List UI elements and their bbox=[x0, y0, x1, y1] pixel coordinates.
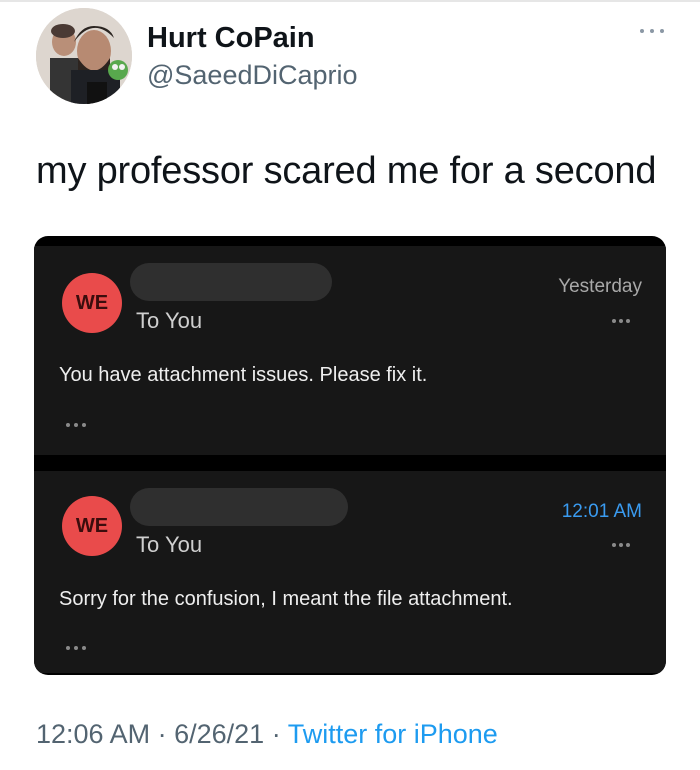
tweet-text: my professor scared me for a second bbox=[36, 150, 657, 192]
email-card: WE To You 12:01 AM Sorry for the confusi… bbox=[34, 471, 666, 673]
redacted-sender-name bbox=[130, 488, 348, 526]
email-recipient: To You bbox=[136, 532, 203, 557]
sender-avatar: WE bbox=[62, 273, 122, 333]
avatar-photo bbox=[36, 8, 132, 104]
tweet-date: 6/26/21 bbox=[174, 719, 265, 749]
email-message: Sorry for the confusion, I meant the fil… bbox=[59, 588, 513, 610]
metadata-separator: · bbox=[157, 719, 167, 749]
email-recipient: To You bbox=[136, 308, 203, 333]
email-more-icon[interactable] bbox=[612, 543, 632, 549]
author-avatar[interactable] bbox=[36, 8, 132, 104]
tweet-metadata: 12:06 AM · 6/26/21 · Twitter for iPhone bbox=[36, 719, 498, 750]
author-display-name[interactable]: Hurt CoPain bbox=[147, 22, 315, 55]
tweet-time: 12:06 AM bbox=[36, 719, 151, 749]
author-handle[interactable]: @SaeedDiCaprio bbox=[147, 60, 358, 91]
redacted-sender-name bbox=[130, 263, 332, 301]
more-horizontal-icon[interactable] bbox=[637, 24, 667, 38]
email-time: 12:01 AM bbox=[561, 501, 642, 522]
sender-avatar: WE bbox=[62, 496, 122, 556]
email-message: You have attachment issues. Please fix i… bbox=[59, 364, 428, 386]
tweet-source-link[interactable]: Twitter for iPhone bbox=[288, 719, 498, 749]
ellipsis-icon[interactable] bbox=[66, 646, 88, 652]
metadata-separator: · bbox=[271, 719, 281, 749]
email-card: WE To You Yesterday You have attachment … bbox=[34, 246, 666, 455]
email-date: Yesterday bbox=[558, 276, 642, 297]
top-divider bbox=[0, 0, 700, 2]
ellipsis-icon[interactable] bbox=[66, 423, 88, 429]
email-more-icon[interactable] bbox=[612, 319, 632, 325]
tweet-media-screenshot[interactable]: WE To You Yesterday You have attachment … bbox=[34, 236, 666, 675]
